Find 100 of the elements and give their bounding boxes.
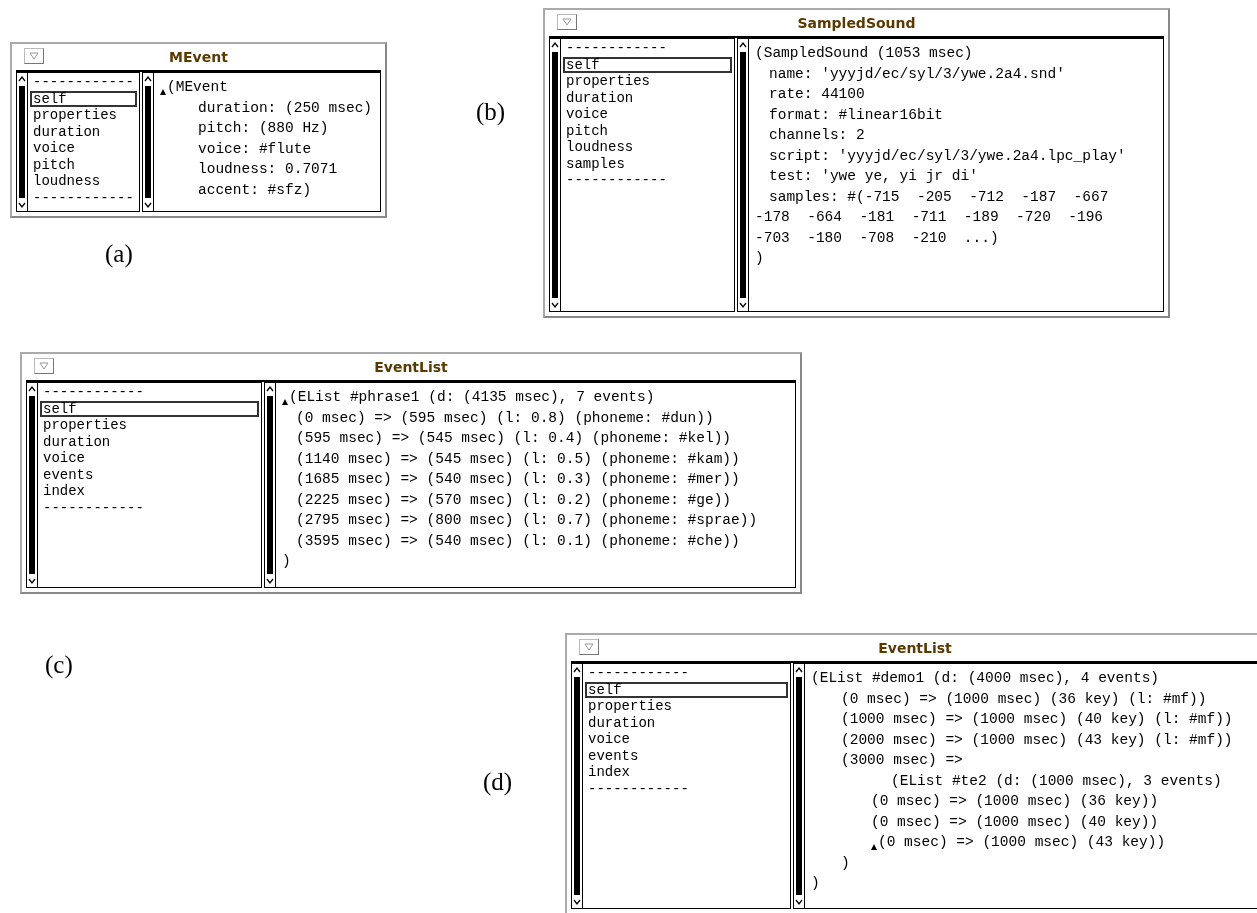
field-list-item[interactable]: voice [40,450,259,467]
field-list-item[interactable]: index [585,764,788,781]
field-list-item[interactable]: ------------ [585,780,788,797]
code-line: (MEvent [167,78,228,97]
field-list-item[interactable]: ------------ [40,384,259,401]
code-line: name: 'yyyjd/ec/syl/3/ywe.2a4.snd' [769,64,1065,84]
code-line: script: 'yyyjd/ec/syl/3/ywe.2a4.lpc_play' [769,146,1126,166]
field-list-item[interactable]: ------------ [585,665,788,682]
scrollbar[interactable] [794,664,805,908]
field-list-item[interactable]: self [30,90,137,107]
scrollbar[interactable] [27,383,38,587]
scroll-down-icon[interactable] [738,300,748,310]
figure-caption: (c) [45,651,73,679]
code-line: -703 -180 -708 -210 ...) [755,228,999,248]
code-line: (2795 msec) => (800 msec) (l: 0.7) (phoneme: #sprae)) [296,511,758,530]
scrollbar[interactable] [17,73,28,211]
field-list-item[interactable]: ------------ [30,189,137,206]
field-list-item[interactable]: ------------ [30,74,137,91]
field-list-item[interactable]: properties [30,107,137,124]
window-title: MEvent [169,49,228,65]
window-menu-button[interactable] [24,48,44,64]
triangle-icon [29,52,39,60]
code-line: format: #linear16bit [769,105,944,125]
scroll-up-icon[interactable] [17,74,27,84]
field-list-item[interactable]: events [40,466,259,483]
scroll-up-icon[interactable] [265,384,275,394]
scroll-up-icon[interactable] [738,40,748,50]
scroll-up-icon[interactable] [143,74,153,84]
window-title: SampledSound [797,15,916,31]
field-list-item[interactable]: properties [40,417,259,434]
scroll-up-icon[interactable] [794,665,804,675]
scroll-down-icon[interactable] [27,576,37,586]
code-line: (0 msec) => (1000 msec) (36 key) (l: #mf)) [841,689,1207,709]
scroll-down-icon[interactable] [265,576,275,586]
scroll-down-icon[interactable] [572,897,582,907]
code-line: (0 msec) => (1000 msec) (36 key)) [871,792,1159,811]
code-line: channels: 2 [769,126,865,145]
field-list-item[interactable]: properties [585,698,788,715]
field-list-item[interactable]: voice [30,140,137,157]
window-title: EventList [878,640,952,656]
scroll-up-icon[interactable] [550,40,560,50]
code-line: -178 -664 -181 -711 -189 -720 -196 [755,208,1104,227]
code-line: rate: 44100 [769,85,865,104]
scroll-down-icon[interactable] [794,897,804,907]
field-list-item[interactable]: samples [563,155,732,172]
window-menu-button[interactable] [579,639,599,655]
code-line: (2000 msec) => (1000 msec) (43 key) (l: #mf)) [841,730,1233,750]
field-list-item[interactable]: ------------ [563,172,732,189]
triangle-icon [562,18,572,26]
field-list-item[interactable]: duration [40,433,259,450]
field-list-item[interactable]: events [585,747,788,764]
scroll-up-icon[interactable] [572,665,582,675]
window-menu-button[interactable] [34,358,54,374]
field-list-item[interactable]: index [40,483,259,500]
scrollbar[interactable] [143,73,154,211]
code-line: loudness: 0.7071 [198,160,338,179]
field-list-item[interactable]: loudness [30,173,137,190]
code-line: (3595 msec) => (540 msec) (l: 0.1) (phoneme: #che)) [296,531,740,551]
code-line: ) [841,853,850,873]
code-line: (1000 msec) => (1000 msec) (40 key) (l: #mf)) [841,710,1233,729]
code-line: test: 'ywe ye, yi jr di' [769,167,978,186]
code-line: (0 msec) => (595 msec) (l: 0.8) (phoneme: #dun)) [296,408,714,428]
field-list-item[interactable]: voice [563,106,732,123]
scrollbar[interactable] [572,664,583,908]
code-line: ) [282,552,291,571]
code-line: (SampledSound (1053 msec) [755,44,973,63]
field-list-item[interactable]: duration [30,123,137,140]
figure-caption: (a) [105,240,133,268]
scroll-up-icon[interactable] [27,384,37,394]
scrollbar[interactable] [738,39,749,311]
scrollbar[interactable] [550,39,561,311]
code-line: ) [755,249,764,268]
code-line: (0 msec) => (1000 msec) (40 key)) [871,812,1159,832]
triangle-icon [39,362,49,370]
field-list-item[interactable]: duration [563,89,732,106]
field-list-item[interactable]: loudness [563,139,732,156]
scroll-down-icon[interactable] [550,300,560,310]
code-line: samples: #(-715 -205 -712 -187 -667 [769,187,1109,207]
field-list-item[interactable]: ------------ [563,40,732,57]
field-list-item[interactable]: voice [585,731,788,748]
field-list-item[interactable]: self [563,56,732,73]
field-list-item[interactable]: duration [585,714,788,731]
code-line: pitch: (880 Hz) [198,119,329,138]
field-list-item[interactable]: pitch [563,122,732,139]
scroll-down-icon[interactable] [143,200,153,210]
code-line: duration: (250 msec) [198,98,373,118]
field-list-item[interactable]: pitch [30,156,137,173]
field-list-item[interactable]: self [40,400,259,417]
scrollbar[interactable] [265,383,276,587]
field-list-item[interactable]: self [585,681,788,698]
field-list-item[interactable]: ------------ [40,499,259,516]
field-list-item[interactable]: properties [563,73,732,90]
scroll-down-icon[interactable] [17,200,27,210]
code-line: (EList #phrase1 (d: (4135 msec), 7 events) [289,388,655,407]
code-line: (EList #te2 (d: (1000 msec), 3 events) [891,771,1222,791]
code-line: voice: #flute [198,139,312,159]
code-line: (2225 msec) => (570 msec) (l: 0.2) (phoneme: #ge)) [296,490,732,510]
code-line: (595 msec) => (545 msec) (l: 0.4) (phoneme: #kel)) [296,429,732,448]
figure-caption: (b) [476,98,506,126]
window-menu-button[interactable] [557,14,577,30]
